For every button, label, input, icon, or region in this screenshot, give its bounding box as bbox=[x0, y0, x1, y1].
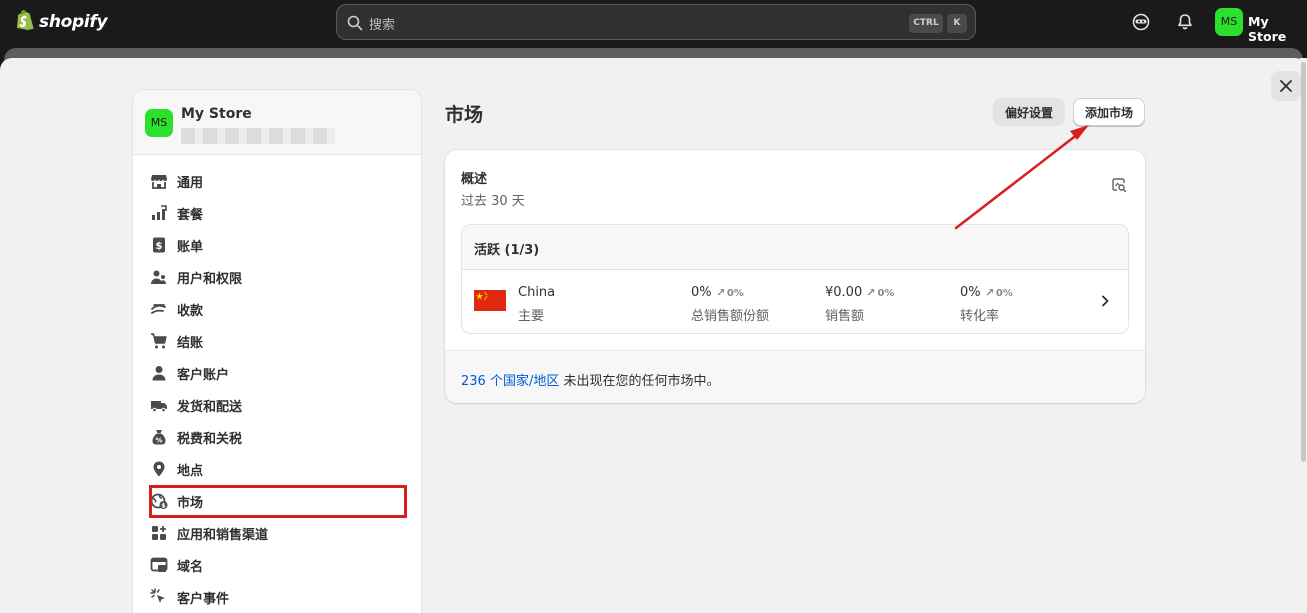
trend-arrow-icon: ↑ bbox=[712, 284, 729, 301]
market-role: 主要 bbox=[518, 309, 545, 324]
sidebar-item-shipping[interactable]: 发货和配送 bbox=[133, 389, 421, 421]
add-market-button[interactable]: 添加市场 bbox=[1073, 98, 1145, 126]
kbd-ctrl-hint: CTRL bbox=[909, 14, 943, 33]
store-name: My Store bbox=[181, 106, 252, 122]
search-icon bbox=[347, 15, 363, 31]
account-avatar[interactable]: MS bbox=[1215, 8, 1243, 36]
scrollbar-thumb[interactable] bbox=[1301, 62, 1306, 462]
sidebar-store-header[interactable]: MS My Store bbox=[133, 90, 421, 155]
active-markets-panel: 活跃 (1/3) China 主要 0%↑0% 总销售额份额 ¥0.00↑0% … bbox=[461, 224, 1129, 334]
sidebar-item-checkout[interactable]: 结账 bbox=[133, 325, 421, 357]
chart-search-icon[interactable] bbox=[1111, 177, 1127, 193]
sidebar-item-apps-channels[interactable]: 应用和销售渠道 bbox=[133, 517, 421, 549]
store-avatar: MS bbox=[145, 109, 173, 137]
store-url-redacted bbox=[181, 128, 335, 144]
account-store-name[interactable]: My Store bbox=[1248, 14, 1307, 44]
sidebar-item-users[interactable]: 用户和权限 bbox=[133, 261, 421, 293]
sidebar-item-billing[interactable]: $ 账单 bbox=[133, 229, 421, 261]
search-bar[interactable]: 搜索 CTRL K bbox=[336, 4, 976, 40]
preferences-button[interactable]: 偏好设置 bbox=[993, 98, 1065, 126]
metric-sales-share: 0%↑0% 总销售额份额 bbox=[691, 284, 770, 324]
brand-wordmark: shopify bbox=[39, 11, 108, 32]
sidebar-item-domains[interactable]: 域名 bbox=[133, 549, 421, 581]
metric-sales: ¥0.00↑0% 销售额 bbox=[825, 284, 895, 324]
bell-icon[interactable] bbox=[1175, 12, 1195, 32]
close-settings-button[interactable] bbox=[1271, 71, 1301, 101]
page-title: 市场 bbox=[445, 104, 484, 126]
close-icon bbox=[1280, 80, 1292, 92]
sidebar-item-taxes[interactable]: % 税费和关税 bbox=[133, 421, 421, 453]
domain-icon bbox=[150, 557, 168, 572]
sidebar-item-locations[interactable]: 地点 bbox=[133, 453, 421, 485]
sidebar-item-payments[interactable]: 收款 bbox=[133, 293, 421, 325]
payments-icon bbox=[151, 304, 166, 314]
overview-title: 概述 bbox=[461, 172, 488, 187]
market-name: China bbox=[518, 285, 556, 300]
settings-sidebar: MS My Store 通用 套餐 $ 账单 用户和权限 收款 结账 客户账户 … bbox=[132, 89, 422, 613]
shopify-bag-icon bbox=[16, 10, 34, 30]
kbd-k-hint: K bbox=[947, 14, 967, 33]
overview-period: 过去 30 天 bbox=[461, 194, 525, 209]
truck-icon bbox=[151, 401, 167, 413]
plan-chart-icon bbox=[152, 205, 167, 220]
store-icon bbox=[151, 175, 167, 189]
chevron-right-icon bbox=[1102, 295, 1109, 307]
unassigned-regions-link[interactable]: 236 个国家/地区 bbox=[461, 374, 559, 389]
users-icon bbox=[151, 270, 166, 284]
unassigned-regions-footer: 236 个国家/地区 未出现在您的任何市场中。 bbox=[445, 350, 1145, 403]
svg-text:$: $ bbox=[156, 241, 163, 252]
sidebar-item-general[interactable]: 通用 bbox=[133, 165, 421, 197]
settings-nav: 通用 套餐 $ 账单 用户和权限 收款 结账 客户账户 发货和配送 % 税费和关… bbox=[133, 155, 421, 613]
sidebar-item-customer-accounts[interactable]: 客户账户 bbox=[133, 357, 421, 389]
shopify-logo[interactable]: shopify bbox=[15, 10, 108, 33]
billing-icon: $ bbox=[153, 237, 165, 253]
active-markets-count: 活跃 (1/3) bbox=[474, 243, 540, 258]
apps-icon bbox=[152, 526, 166, 540]
trend-arrow-icon: ↑ bbox=[981, 284, 998, 301]
china-flag-icon bbox=[474, 290, 506, 311]
tax-icon: % bbox=[152, 430, 166, 445]
svg-text:%: % bbox=[155, 437, 162, 445]
sidekick-icon[interactable] bbox=[1131, 12, 1151, 32]
markets-overview-card: 概述 过去 30 天 活跃 (1/3) China 主要 0%↑0% 总销售额份… bbox=[445, 150, 1145, 403]
cursor-click-icon bbox=[150, 588, 165, 603]
markets-highlight-box bbox=[149, 485, 407, 518]
active-markets-header: 活跃 (1/3) bbox=[462, 225, 1128, 270]
top-bar: shopify 搜索 CTRL K MS My Store bbox=[0, 0, 1307, 44]
unassigned-regions-text: 未出现在您的任何市场中。 bbox=[559, 374, 720, 389]
sidebar-item-customer-events[interactable]: 客户事件 bbox=[133, 581, 421, 613]
cart-icon bbox=[151, 333, 167, 349]
location-pin-icon bbox=[153, 461, 165, 477]
person-icon bbox=[152, 366, 166, 381]
metric-conversion-rate: 0%↑0% 转化率 bbox=[960, 284, 1013, 324]
search-placeholder: 搜索 bbox=[369, 18, 396, 33]
market-row-china[interactable]: China 主要 0%↑0% 总销售额份额 ¥0.00↑0% 销售额 0%↑0%… bbox=[462, 270, 1128, 333]
sidebar-item-plan[interactable]: 套餐 bbox=[133, 197, 421, 229]
